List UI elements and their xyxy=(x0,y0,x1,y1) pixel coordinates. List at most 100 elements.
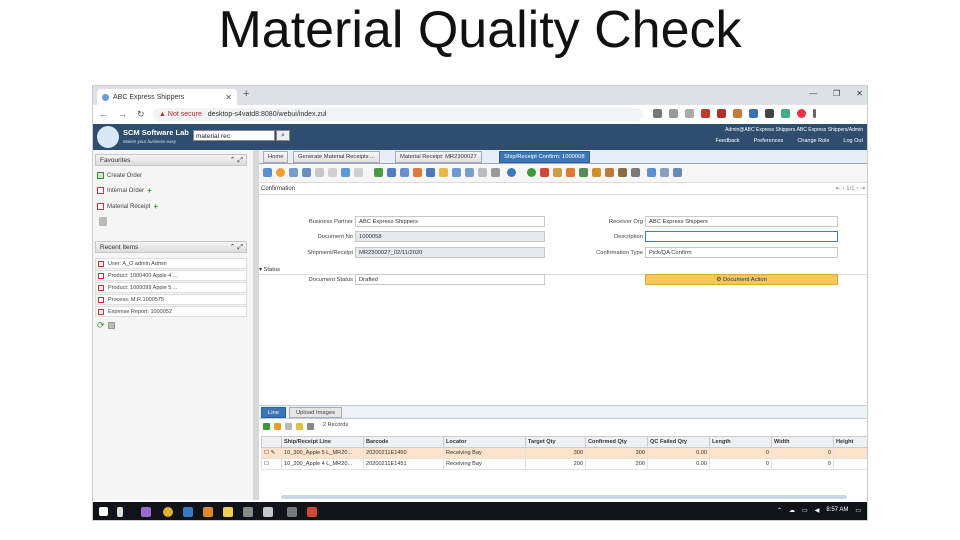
favourite-item[interactable]: Create Order xyxy=(97,172,142,179)
help-icon[interactable] xyxy=(276,168,285,177)
save-icon[interactable] xyxy=(296,423,303,430)
tab-line[interactable]: Line xyxy=(261,407,286,418)
extension-dark-icon[interactable] xyxy=(765,109,774,118)
request-icon[interactable] xyxy=(527,168,536,177)
table-row[interactable]: ☐ 10_200_Apple 4 L_MR20... 20200211E1451… xyxy=(261,458,867,470)
refresh-icon[interactable]: ⟳ xyxy=(97,320,105,331)
horizontal-scrollbar[interactable] xyxy=(281,495,847,499)
extension-blue-icon[interactable] xyxy=(749,109,758,118)
extension-red-icon[interactable] xyxy=(701,109,710,118)
tab-home[interactable]: Home xyxy=(263,151,289,163)
cell-target-qty[interactable]: 200 xyxy=(525,458,586,470)
taskbar-app-icon[interactable] xyxy=(287,507,297,517)
row-select-checkbox[interactable]: ☐ ✎ xyxy=(261,447,282,459)
first-record-icon[interactable]: ⇤ xyxy=(836,186,841,192)
url-field[interactable]: ▲ Not secure desktop-s4vatd8:8080/webui/… xyxy=(153,108,643,121)
collapse-status-icon[interactable]: ▾ xyxy=(259,267,262,273)
clock[interactable]: 8:57 AM xyxy=(826,507,848,514)
browser-tab[interactable]: ABC Express Shippers ✕ xyxy=(97,89,237,105)
cell-target-qty[interactable]: 300 xyxy=(525,447,586,459)
collapse-favourites-icon[interactable]: ⌃ ⤢ xyxy=(230,155,243,166)
last-record-icon[interactable]: ⇥ xyxy=(860,186,865,192)
recent-item[interactable]: Product: 1000400 Apple 4 ... xyxy=(95,270,247,281)
history-icon[interactable] xyxy=(439,168,448,177)
chat-icon[interactable] xyxy=(413,168,422,177)
reload-icon[interactable]: ↻ xyxy=(137,109,145,120)
taskbar-app-icon[interactable] xyxy=(183,507,193,517)
chrome-icon[interactable] xyxy=(163,507,173,517)
business-partner-field[interactable]: ABC Express Shippers xyxy=(355,216,545,227)
column-header[interactable]: Width xyxy=(771,436,834,448)
zoom-icon[interactable] xyxy=(669,109,678,118)
trash-icon[interactable] xyxy=(107,322,115,329)
favourite-item[interactable]: Internal Order + xyxy=(97,186,152,195)
cell-height[interactable] xyxy=(833,447,867,459)
firefox-icon[interactable] xyxy=(203,507,213,517)
column-header[interactable]: Locator xyxy=(443,436,526,448)
save-icon[interactable] xyxy=(341,168,350,177)
extension-green-icon[interactable] xyxy=(781,109,790,118)
trash-icon[interactable] xyxy=(99,217,107,226)
task-view-icon[interactable] xyxy=(117,507,123,517)
cell-width[interactable]: 0 xyxy=(771,447,834,459)
copy-record-icon[interactable] xyxy=(302,168,311,177)
recent-item[interactable]: Process: M.R.1000575 xyxy=(95,294,247,305)
cell-locator[interactable]: Receiving Bay xyxy=(443,458,526,470)
column-header[interactable]: Confirmed Qty xyxy=(585,436,648,448)
recent-item[interactable]: Expense Report: 1000052 xyxy=(95,306,247,317)
file-import-icon[interactable] xyxy=(618,168,627,177)
collapse-recent-icon[interactable]: ⌃ ⤢ xyxy=(230,242,243,253)
table-row[interactable]: ☐ ✎ 10_300_Apple 5 L_MR20... 20200211E14… xyxy=(261,447,867,459)
column-header[interactable]: Barcode xyxy=(363,436,444,448)
quick-form-icon[interactable] xyxy=(660,168,669,177)
windows-start-icon[interactable] xyxy=(99,507,108,516)
logout-link[interactable]: Log Out xyxy=(843,138,863,144)
refresh-icon[interactable] xyxy=(374,168,383,177)
tab-upload-images[interactable]: Upload Images xyxy=(289,407,342,418)
grid-toggle-icon[interactable] xyxy=(426,168,435,177)
archive-icon[interactable] xyxy=(507,168,516,177)
minimize-icon[interactable]: — xyxy=(809,89,817,98)
document-action-button[interactable]: ⚙ Document Action xyxy=(645,274,838,285)
confirmation-type-field[interactable]: Pick/QA Confirm xyxy=(645,247,838,258)
detail-record-icon[interactable] xyxy=(465,168,474,177)
column-header[interactable]: Target Qty xyxy=(525,436,586,448)
report-icon[interactable] xyxy=(579,168,588,177)
cell-confirmed-qty[interactable]: 200 xyxy=(585,458,648,470)
bookmark-star-icon[interactable] xyxy=(685,109,694,118)
translate-icon[interactable] xyxy=(653,109,662,118)
new-tab-icon[interactable]: + xyxy=(243,88,249,100)
cell-ship-receipt-line[interactable]: 10_300_Apple 5 L_MR20... xyxy=(281,447,364,459)
taskbar-app-icon[interactable] xyxy=(141,507,151,517)
column-header[interactable]: Length xyxy=(709,436,772,448)
add-favourite-icon[interactable]: + xyxy=(153,202,158,211)
tab-generate-material-receipts[interactable]: Generate Material Receipts ... xyxy=(293,151,381,163)
find-icon[interactable] xyxy=(387,168,396,177)
new-record-icon[interactable] xyxy=(289,168,298,177)
receiver-org-field[interactable]: ABC Express Shippers xyxy=(645,216,838,227)
previous-record-icon[interactable]: ‹ xyxy=(843,186,845,192)
cell-ship-receipt-line[interactable]: 10_200_Apple 4 L_MR20... xyxy=(281,458,364,470)
zoom-across-icon[interactable] xyxy=(478,168,487,177)
cell-height[interactable] xyxy=(833,458,867,470)
column-header[interactable]: Ship/Receipt Line xyxy=(281,436,364,448)
cell-qc-failed-qty[interactable]: 0.00 xyxy=(647,447,710,459)
tab-material-receipt[interactable]: Material Receipt: MR2300027 xyxy=(395,151,482,163)
maximize-icon[interactable]: ❐ xyxy=(833,89,840,98)
search-lookup-icon[interactable]: ⌕ xyxy=(276,130,290,141)
privacy-icon[interactable] xyxy=(673,168,682,177)
next-record-icon[interactable]: › xyxy=(856,186,858,192)
close-window-icon[interactable]: ✕ xyxy=(856,89,863,98)
toggle-customize-icon[interactable] xyxy=(647,168,656,177)
cell-locator[interactable]: Receiving Bay xyxy=(443,447,526,459)
cell-barcode[interactable]: 20200211E1451 xyxy=(363,458,444,470)
global-search-input[interactable]: material rec xyxy=(193,130,275,141)
extension-pdf-icon[interactable] xyxy=(717,109,726,118)
show-hidden-icons-icon[interactable]: ⌃ xyxy=(777,507,782,514)
cell-width[interactable]: 0 xyxy=(771,458,834,470)
forward-icon[interactable]: → xyxy=(118,109,127,120)
column-header[interactable]: Height xyxy=(833,436,867,448)
new-line-icon[interactable] xyxy=(263,423,270,430)
feedback-link[interactable]: Feedback xyxy=(716,138,740,144)
process-icon[interactable] xyxy=(592,168,601,177)
